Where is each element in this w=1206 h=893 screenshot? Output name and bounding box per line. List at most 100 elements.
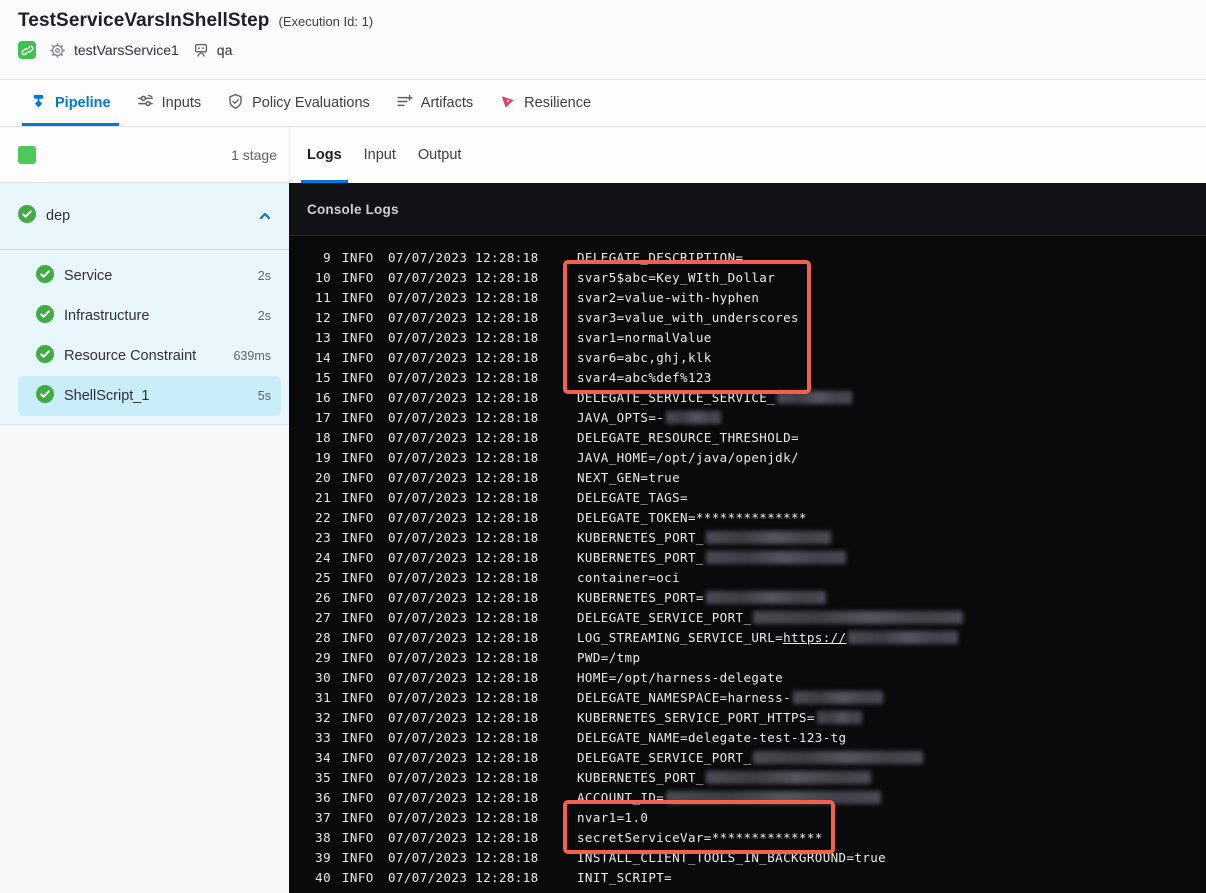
- log-level: INFO: [342, 669, 374, 685]
- log-line-number: 13: [315, 329, 331, 345]
- log-message: svar4=abc%def%123: [577, 369, 712, 385]
- execution-header: TestServiceVarsInShellStep (Execution Id…: [0, 0, 1206, 80]
- log-timestamp: 07/07/2023 12:28:18: [388, 649, 539, 665]
- log-line: 25 INFO 07/07/2023 12:28:18 container=oc…: [289, 567, 1206, 587]
- log-timestamp: 07/07/2023 12:28:18: [388, 709, 539, 725]
- stage-group-row-dep[interactable]: dep: [0, 183, 289, 250]
- log-message: JAVA_OPTS=-: [577, 410, 722, 425]
- log-line: 27 INFO 07/07/2023 12:28:18 DELEGATE_SER…: [289, 607, 1206, 627]
- log-line: 26 INFO 07/07/2023 12:28:18 KUBERNETES_P…: [289, 587, 1206, 607]
- log-level: INFO: [342, 389, 374, 405]
- log-line: 15 INFO 07/07/2023 12:28:18 svar4=abc%de…: [289, 367, 1206, 387]
- log-tab-output[interactable]: Output: [412, 127, 468, 183]
- log-tab-logs[interactable]: Logs: [301, 127, 348, 183]
- log-line: 18 INFO 07/07/2023 12:28:18 DELEGATE_RES…: [289, 427, 1206, 447]
- nav-tab-artifacts[interactable]: Artifacts: [388, 80, 481, 126]
- log-level: INFO: [342, 429, 374, 445]
- success-check-icon: [36, 304, 54, 328]
- log-message: DELEGATE_TAGS=: [577, 489, 688, 505]
- log-level: INFO: [342, 289, 374, 305]
- log-level: INFO: [342, 269, 374, 285]
- log-timestamp: 07/07/2023 12:28:18: [388, 309, 539, 325]
- log-level: INFO: [342, 329, 374, 345]
- step-row-shellscript-1[interactable]: ShellScript_1 5s: [18, 376, 281, 416]
- log-level: INFO: [342, 869, 374, 885]
- stage-header: 1 stage: [0, 127, 289, 183]
- service-gear-icon: [49, 42, 66, 59]
- log-line-number: 20: [315, 469, 331, 485]
- log-message: svar5$abc=Key_WIth_Dollar: [577, 269, 776, 285]
- nav-tab-inputs[interactable]: Inputs: [129, 80, 210, 126]
- step-row-resource-constraint[interactable]: Resource Constraint 639ms: [18, 336, 281, 376]
- nav-tab-resilience[interactable]: Resilience: [491, 80, 599, 126]
- log-level: INFO: [342, 769, 374, 785]
- log-line-number: 27: [315, 609, 331, 625]
- log-line-number: 10: [315, 269, 331, 285]
- log-level: INFO: [342, 569, 374, 585]
- step-row-infrastructure[interactable]: Infrastructure 2s: [18, 296, 281, 336]
- log-level: INFO: [342, 529, 374, 545]
- log-line: 37 INFO 07/07/2023 12:28:18 nvar1=1.0: [289, 807, 1206, 827]
- resilience-chaos-icon: [499, 93, 516, 114]
- log-message: svar6=abc,ghj,klk: [577, 349, 712, 365]
- log-level: INFO: [342, 589, 374, 605]
- success-check-icon: [18, 204, 36, 228]
- log-line: 23 INFO 07/07/2023 12:28:18 KUBERNETES_P…: [289, 527, 1206, 547]
- redacted-value: [666, 410, 722, 424]
- log-line-number: 29: [315, 649, 331, 665]
- log-line-number: 26: [315, 589, 331, 605]
- chevron-up-icon[interactable]: [257, 208, 273, 224]
- log-line: 12 INFO 07/07/2023 12:28:18 svar3=value_…: [289, 307, 1206, 327]
- step-row-service[interactable]: Service 2s: [18, 256, 281, 296]
- log-timestamp: 07/07/2023 12:28:18: [388, 369, 539, 385]
- step-label: ShellScript_1: [64, 388, 150, 404]
- console-body: 9 INFO 07/07/2023 12:28:18 DELEGATE_DESC…: [289, 236, 1206, 893]
- redacted-value: [753, 750, 924, 764]
- log-message: container=oci: [577, 569, 681, 585]
- log-line-number: 32: [315, 709, 331, 725]
- log-timestamp: 07/07/2023 12:28:18: [388, 529, 539, 545]
- log-timestamp: 07/07/2023 12:28:18: [388, 829, 539, 845]
- log-view-tab-label: Input: [363, 147, 396, 163]
- log-line-number: 38: [315, 829, 331, 845]
- redacted-value: [753, 610, 964, 624]
- log-timestamp: 07/07/2023 12:28:18: [388, 429, 539, 445]
- log-message: KUBERNETES_PORT_: [577, 550, 846, 565]
- log-level: INFO: [342, 249, 374, 265]
- log-line: 39 INFO 07/07/2023 12:28:18 INSTALL_CLIE…: [289, 847, 1206, 867]
- log-timestamp: 07/07/2023 12:28:18: [388, 549, 539, 565]
- log-line-number: 19: [315, 449, 331, 465]
- log-line: 16 INFO 07/07/2023 12:28:18 DELEGATE_SER…: [289, 387, 1206, 407]
- stage-group-label: dep: [46, 208, 71, 224]
- redacted-value: [777, 390, 853, 404]
- log-level: INFO: [342, 449, 374, 465]
- log-message: svar2=value-with-hyphen: [577, 289, 760, 305]
- stage-group: dep Service 2s Infrastructure 2s Resourc…: [0, 183, 289, 425]
- log-timestamp: 07/07/2023 12:28:18: [388, 249, 539, 265]
- harness-execution-page: TestServiceVarsInShellStep (Execution Id…: [0, 0, 1206, 893]
- log-line-number: 11: [315, 289, 331, 305]
- service-name: testVarsService1: [74, 42, 179, 58]
- log-tab-input[interactable]: Input: [358, 127, 402, 183]
- log-line-number: 16: [315, 389, 331, 405]
- redacted-value: [848, 630, 959, 644]
- stage-status-square-icon: [18, 145, 36, 164]
- nav-tab-label: Pipeline: [55, 95, 111, 111]
- artifacts-list-plus-icon: [396, 93, 413, 114]
- pipeline-icon: [30, 93, 47, 114]
- log-level: INFO: [342, 349, 374, 365]
- inputs-icon: [137, 93, 154, 114]
- redacted-value: [705, 530, 831, 544]
- log-line-number: 17: [315, 409, 331, 425]
- nav-tab-policy-evaluations[interactable]: Policy Evaluations: [219, 80, 378, 126]
- log-message: DELEGATE_NAME=delegate-test-123-tg: [577, 729, 847, 745]
- log-line-number: 28: [315, 629, 331, 645]
- nav-tab-pipeline[interactable]: Pipeline: [22, 80, 119, 126]
- log-timestamp: 07/07/2023 12:28:18: [388, 689, 539, 705]
- sidebar-empty-area: [0, 425, 289, 893]
- log-level: INFO: [342, 509, 374, 525]
- log-tabs: Logs Input Output: [289, 127, 1206, 183]
- log-view-tab-label: Output: [417, 147, 462, 163]
- log-url-link[interactable]: https://: [783, 630, 846, 645]
- log-message: svar1=normalValue: [577, 329, 712, 345]
